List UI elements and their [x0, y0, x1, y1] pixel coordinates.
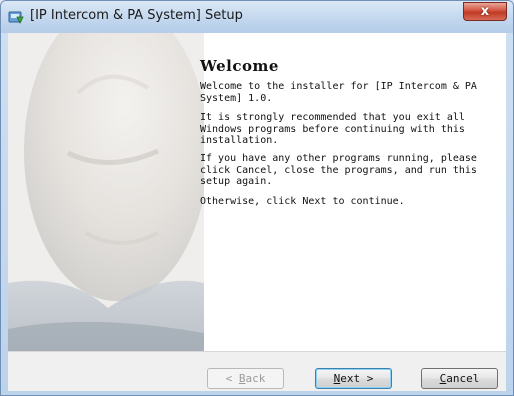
exit-programs-paragraph: It is strongly recommended that you exit… [200, 112, 465, 146]
cancel-instructions-paragraph: If you have any other programs running, … [200, 153, 477, 187]
cancel-button[interactable]: Cancel [421, 368, 498, 389]
wizard-client-area: Welcome Welcome to the installer for [IP… [8, 33, 506, 391]
close-button[interactable]: x [463, 2, 507, 21]
next-button[interactable]: Next > [315, 368, 392, 389]
continue-instructions-paragraph: Otherwise, click Next to continue. [200, 196, 405, 207]
page-heading: Welcome [200, 57, 279, 75]
window-title: [IP Intercom & PA System] Setup [30, 8, 243, 23]
back-button[interactable]: < Back [207, 368, 284, 389]
setup-window: [IP Intercom & PA System] Setup x Welcom… [0, 0, 514, 396]
wizard-content: Welcome Welcome to the installer for [IP… [172, 33, 506, 351]
installer-icon [8, 11, 24, 24]
close-icon: x [480, 4, 490, 19]
title-bar[interactable]: [IP Intercom & PA System] Setup x [1, 1, 513, 33]
button-bar: < Back Next > Cancel [8, 351, 506, 391]
welcome-paragraph: Welcome to the installer for [IP Interco… [200, 81, 477, 104]
